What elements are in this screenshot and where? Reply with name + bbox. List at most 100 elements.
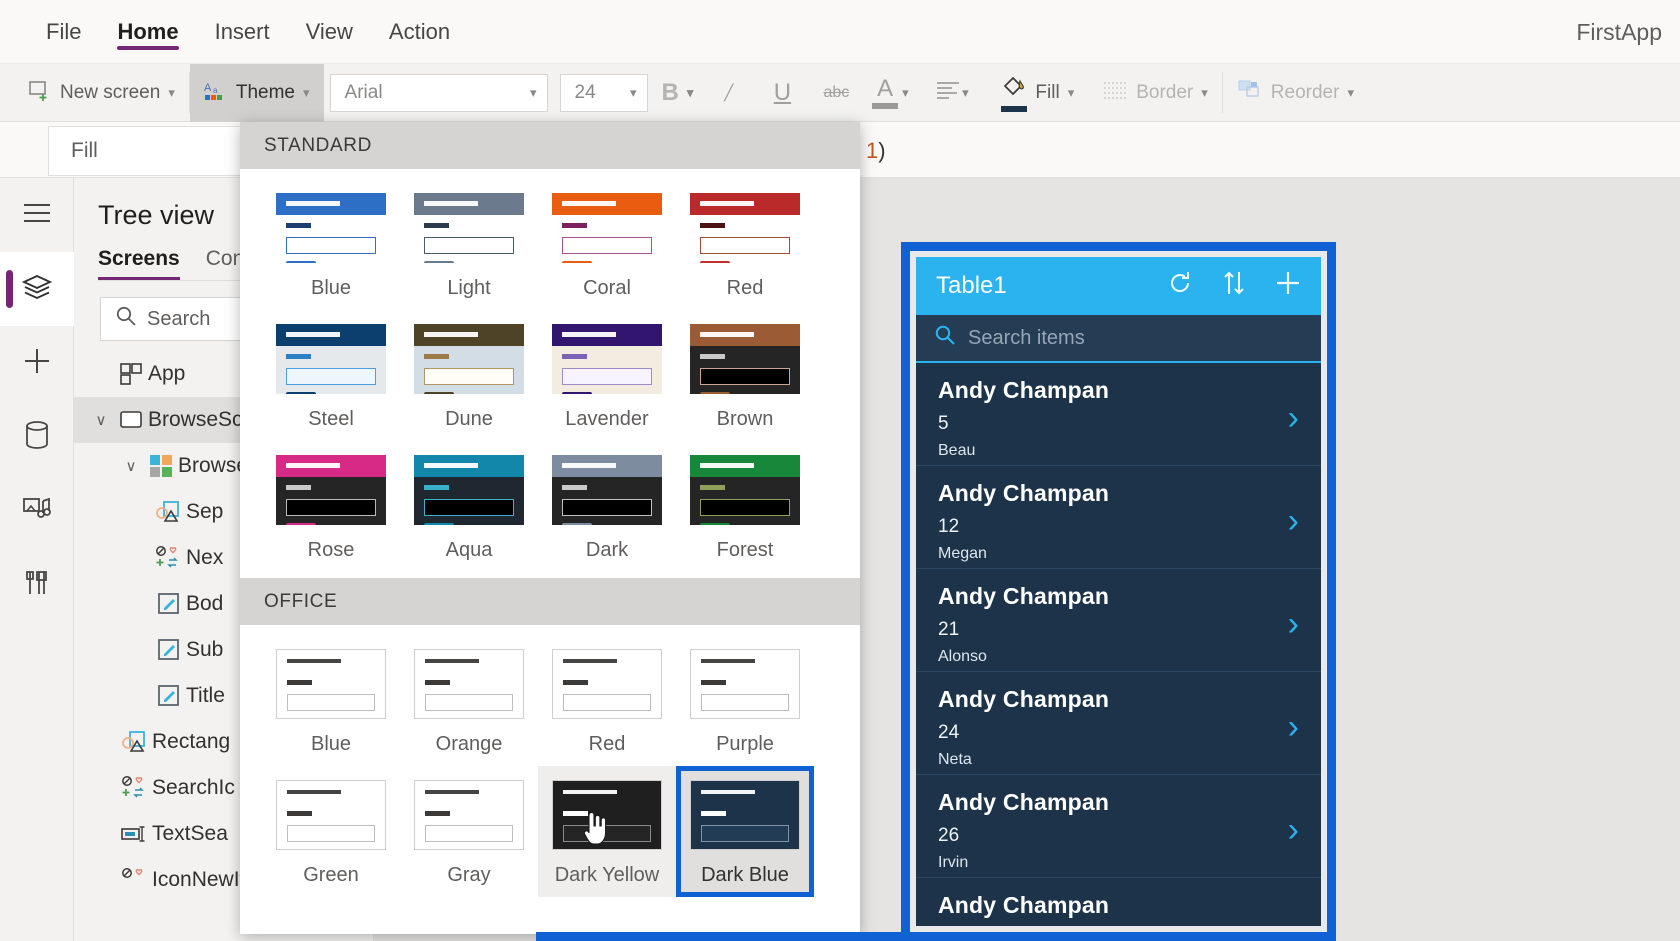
gallery-row[interactable]: Andy Champan 5 Beau › xyxy=(916,363,1321,466)
theme-option-label: Aqua xyxy=(445,539,493,561)
sidebar-item-advanced-tools[interactable] xyxy=(0,548,74,622)
theme-swatch xyxy=(276,193,386,263)
font-color-button[interactable]: A ▾ xyxy=(863,64,917,122)
theme-option-purple[interactable]: Purple xyxy=(676,635,814,766)
reorder-button[interactable]: Reorder ▾ xyxy=(1223,64,1368,122)
theme-button[interactable]: Aa Theme ▾ xyxy=(189,64,324,122)
gallery-row[interactable]: Andy Champan 24 Neta › xyxy=(916,672,1321,775)
theme-swatch-body xyxy=(414,215,524,263)
theme-option-aqua[interactable]: Aqua xyxy=(400,441,538,572)
gallery-row[interactable]: Andy Champan 12 Megan › xyxy=(916,466,1321,569)
font-size-select[interactable]: 24 ▾ xyxy=(559,74,648,112)
chevron-right-icon[interactable]: › xyxy=(1288,504,1299,538)
tab-components[interactable]: Con xyxy=(206,247,245,280)
app-preview[interactable]: Table1 Search items Andy Champan 5 Beau … xyxy=(901,242,1336,941)
chevron-down-icon: ▾ xyxy=(630,85,637,100)
theme-option-dark-yellow[interactable]: Dark Yellow xyxy=(538,766,676,897)
theme-option-blue[interactable]: Blue xyxy=(262,635,400,766)
theme-option-steel[interactable]: Steel xyxy=(262,310,400,441)
bold-button[interactable]: B ▾ xyxy=(654,64,702,122)
chevron-down-icon[interactable]: ∨ xyxy=(88,411,114,429)
theme-swatch xyxy=(690,780,800,850)
theme-option-forest[interactable]: Forest xyxy=(676,441,814,572)
menu-item-insert[interactable]: Insert xyxy=(199,0,286,64)
theme-option-red[interactable]: Red xyxy=(676,179,814,310)
formula-input[interactable]: 1) xyxy=(866,126,886,176)
theme-swatch-header xyxy=(553,650,661,672)
theme-option-rose[interactable]: Rose xyxy=(262,441,400,572)
theme-option-label: Coral xyxy=(583,277,631,299)
theme-swatch xyxy=(414,324,524,394)
theme-option-red[interactable]: Red xyxy=(538,635,676,766)
theme-swatch-header xyxy=(415,781,523,803)
theme-option-light[interactable]: Light xyxy=(400,179,538,310)
sidebar-item-insert[interactable] xyxy=(0,326,74,400)
app-icon xyxy=(114,362,148,386)
theme-swatch xyxy=(690,193,800,263)
underline-button[interactable]: U xyxy=(755,64,809,122)
ribbon-group-arrange: Reorder ▾ xyxy=(1223,64,1368,122)
font-family-select[interactable]: Arial ▾ xyxy=(329,74,548,112)
theme-swatch-body xyxy=(415,672,523,718)
refresh-icon[interactable] xyxy=(1167,270,1193,303)
theme-swatch xyxy=(552,780,662,850)
preview-border-bottom xyxy=(536,932,954,941)
theme-swatch-input xyxy=(424,499,514,516)
fill-bucket-icon xyxy=(1001,74,1027,104)
chevron-down-icon[interactable]: ∨ xyxy=(118,457,144,475)
theme-option-coral[interactable]: Coral xyxy=(538,179,676,310)
theme-swatch-body xyxy=(277,803,385,849)
strikethrough-button[interactable]: abc xyxy=(809,64,863,122)
theme-option-blue[interactable]: Blue xyxy=(262,179,400,310)
tab-screens[interactable]: Screens xyxy=(98,247,180,280)
theme-flyout-panel[interactable]: STANDARD Blue Light Coral Red Steel Dune Laven… xyxy=(240,122,860,934)
chevron-right-icon[interactable]: › xyxy=(1288,813,1299,847)
theme-swatch-header-bar xyxy=(701,659,755,663)
gallery-row-subtitle: Beau xyxy=(938,442,976,459)
chevron-right-icon[interactable]: › xyxy=(1288,607,1299,641)
menu-item-view[interactable]: View xyxy=(290,0,369,64)
chevron-right-icon[interactable]: › xyxy=(1288,401,1299,435)
theme-option-dark[interactable]: Dark xyxy=(538,441,676,572)
theme-swatch xyxy=(552,193,662,263)
theme-option-dark-blue[interactable]: Dark Blue xyxy=(676,766,814,897)
italic-button[interactable]: / xyxy=(701,64,755,122)
theme-option-gray[interactable]: Gray xyxy=(400,766,538,897)
menu-item-file[interactable]: File xyxy=(30,0,97,64)
menu-item-action[interactable]: Action xyxy=(373,0,466,64)
theme-swatch-label xyxy=(425,811,450,816)
hamburger-icon xyxy=(22,201,52,230)
theme-option-lavender[interactable]: Lavender xyxy=(538,310,676,441)
sidebar-item-data[interactable] xyxy=(0,400,74,474)
gallery-search-input[interactable]: Search items xyxy=(916,315,1321,363)
fill-button[interactable]: Fill ▾ xyxy=(987,64,1088,122)
sidebar-item-tree-view[interactable] xyxy=(0,252,74,326)
chevron-right-icon[interactable]: › xyxy=(1288,710,1299,744)
gallery-row[interactable]: Andy Champan 21 Alonso › xyxy=(916,569,1321,672)
chevron-right-icon[interactable]: › xyxy=(1288,916,1299,926)
theme-swatch xyxy=(414,649,524,719)
gallery-row[interactable]: Andy Champan 27 › xyxy=(916,878,1321,926)
theme-option-orange[interactable]: Orange xyxy=(400,635,538,766)
theme-option-label: Dark Blue xyxy=(701,864,789,886)
new-screen-button[interactable]: New screen ▾ xyxy=(0,64,189,122)
theme-option-green[interactable]: Green xyxy=(262,766,400,897)
theme-swatch-header xyxy=(690,455,800,477)
gallery-row[interactable]: Andy Champan 26 Irvin › xyxy=(916,775,1321,878)
theme-swatch-body xyxy=(276,346,386,394)
add-icon[interactable] xyxy=(1275,270,1301,303)
hamburger-menu-button[interactable] xyxy=(0,178,74,252)
tree-item-label: App xyxy=(148,362,186,385)
align-button[interactable]: ▾ xyxy=(917,64,987,122)
screen-icon xyxy=(114,410,148,430)
sidebar-item-media[interactable] xyxy=(0,474,74,548)
theme-option-brown[interactable]: Brown xyxy=(676,310,814,441)
fill-color-swatch xyxy=(1001,106,1028,112)
theme-option-dune[interactable]: Dune xyxy=(400,310,538,441)
theme-swatch xyxy=(690,324,800,394)
menu-item-home[interactable]: Home xyxy=(101,0,194,64)
theme-swatch xyxy=(414,193,524,263)
border-button[interactable]: Border ▾ xyxy=(1088,64,1222,122)
left-icon-rail xyxy=(0,178,74,941)
sort-icon[interactable] xyxy=(1223,270,1245,303)
